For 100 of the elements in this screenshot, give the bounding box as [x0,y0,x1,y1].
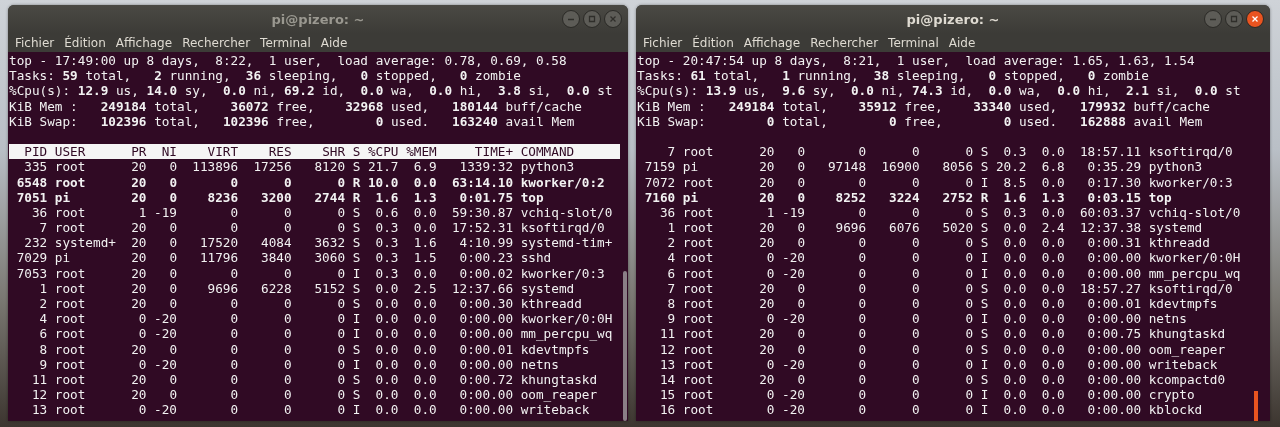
table-cell-text: 0 [857,341,867,357]
summary-line: KiB Swap: 102396 total, 102396 free, 0 used. 163240 avail Mem [9,113,576,129]
table-cell-text: python3 [519,159,575,175]
table-cell-text: 4:10.99 [458,235,514,251]
table-cell-text: 0:00.00 [458,326,514,342]
summary-line: KiB Mem : 249184 total, 36072 free, 32968 used, 180144 buff/cache [9,98,583,114]
table-cell-text: 0.0 [1002,341,1027,357]
table-cell-text: 0.0 [374,341,399,357]
minimize-button[interactable] [1204,10,1222,28]
table-cell-text: 0 [336,265,346,281]
table-cell-text: 8.5 [1002,174,1027,190]
table-cell-text: 0 [282,174,292,190]
table-cell-text: 20 [130,387,147,403]
table-cell-text: S [351,296,361,312]
table-cell-text: 3840 [260,250,292,266]
table-cell-text: 5020 [941,220,974,236]
table-cell-text: 0 [336,174,346,190]
table-cell-text: khungtaskd [1147,326,1226,342]
table-cell-text: 0 [229,220,239,236]
table-cell-text: kworker/0:0H [1147,250,1241,266]
table-cell-text: 9696 [206,280,239,296]
menu-item[interactable]: Rechercher [805,35,884,50]
column-header: USER [53,144,87,160]
table-cell-text: 0 [229,326,239,342]
table-cell-text: 0:00.00 [1086,387,1142,403]
table-cell-text: 12:37.66 [450,280,514,296]
table-cell-text: 0.0 [374,387,399,403]
menu-item[interactable]: Édition [687,35,739,50]
table-cell-text: 0.0 [1002,280,1027,296]
table-cell-text: 0 [910,235,920,251]
table-cell-text: 8 [38,341,48,357]
table-cell-text: 0 [964,280,974,296]
table-cell-text: 0 [282,341,292,357]
menu-item[interactable]: Fichier [638,35,688,50]
table-cell-text: root [53,265,87,281]
table-cell-text: 17256 [252,159,292,175]
menu-item[interactable]: Aide [943,35,981,50]
table-cell-text: S [351,204,361,221]
table-cell-text: 0.0 [412,356,437,372]
table-cell-text: 6 [38,326,48,342]
menu-item[interactable]: Terminal [883,35,944,50]
table-cell-text: 12:37.38 [1078,220,1142,236]
menu-item[interactable]: Terminal [255,35,316,50]
table-cell-text: S [351,371,361,388]
table-cell-text: 8056 [941,159,974,175]
table-cell-text: mm_percpu_wq [519,326,613,342]
table-cell-text: 0 [137,402,147,418]
table-cell-text: systemd-tim+ [519,235,613,251]
table-cell-text: 0 [168,296,177,312]
table-cell-text: 0 [336,402,346,418]
table-cell-text: ksoftirqd/0 [1147,280,1233,296]
table-cell-text: root [681,311,715,327]
table-cell-text: 20 [130,250,147,266]
table-cell-text: 4084 [260,235,292,251]
scrollbar-thumb[interactable] [623,271,627,421]
table-cell-text: vchiq-slot/0 [1147,204,1241,221]
table-cell-text: 0:35.29 [1086,159,1142,175]
table-cell-text: R [979,189,989,205]
window-title: pi@pizero: ~ [906,11,1000,27]
table-cell-text: 0:00.00 [1086,311,1142,327]
table-cell-text: 0 [964,174,974,190]
table-cell-text: I [351,402,361,418]
table-cell-text: 0:00.31 [1086,235,1142,251]
summary-line: %Cpu(s): 12.9 us, 14.0 sy, 0.0 ni, 69.2 id, 0.0 wa, 0.0 hi, 3.8 si, 0.0 st [9,83,614,99]
table-cell-text: pi [53,250,72,266]
menu-item[interactable]: Affichage [110,35,178,50]
table-cell-text: 0:00.23 [458,250,514,266]
minimize-button[interactable] [562,10,580,28]
table-cell-text: 0 [964,265,974,281]
menu-item[interactable]: Affichage [738,35,806,50]
table-cell-text: kworker/0:3 [519,265,605,281]
close-button[interactable] [1246,10,1264,28]
table-cell-text: -20 [781,250,805,266]
table-cell-text: 0.0 [1040,326,1065,342]
maximize-button[interactable] [583,10,601,28]
table-cell-text: 0 [137,311,147,327]
table-cell-text: root [53,204,87,221]
table-cell-text: 20 [130,280,147,296]
table-cell-text: R [351,174,361,190]
table-cell-text: 3224 [888,189,920,205]
table-cell-text: root [53,311,87,327]
table-cell-text: 0 [282,356,292,372]
menu-item[interactable]: Aide [315,35,353,50]
table-cell-text: 0:17.30 [1086,174,1142,190]
table-cell-text: I [351,311,361,327]
table-cell-text: 12 [658,341,676,357]
table-cell-text: 0 [168,174,177,190]
menu-item[interactable]: Édition [59,35,111,50]
column-header: SHR [321,144,346,160]
menu-item[interactable]: Rechercher [177,35,256,50]
table-cell-text: -20 [781,387,805,403]
table-cell-text: kdevtmpfs [519,341,590,357]
menu-item[interactable]: Fichier [10,35,60,50]
table-cell-text: kworker/0:0H [519,311,613,327]
table-cell-text: 20 [758,341,775,357]
table-cell-text: 0.3 [1002,144,1027,160]
table-cell-text: 6076 [888,220,920,236]
scrollbar-thumb[interactable] [1254,391,1258,421]
table-cell-text: 0 [910,371,920,388]
table-cell-text: root [681,402,715,418]
